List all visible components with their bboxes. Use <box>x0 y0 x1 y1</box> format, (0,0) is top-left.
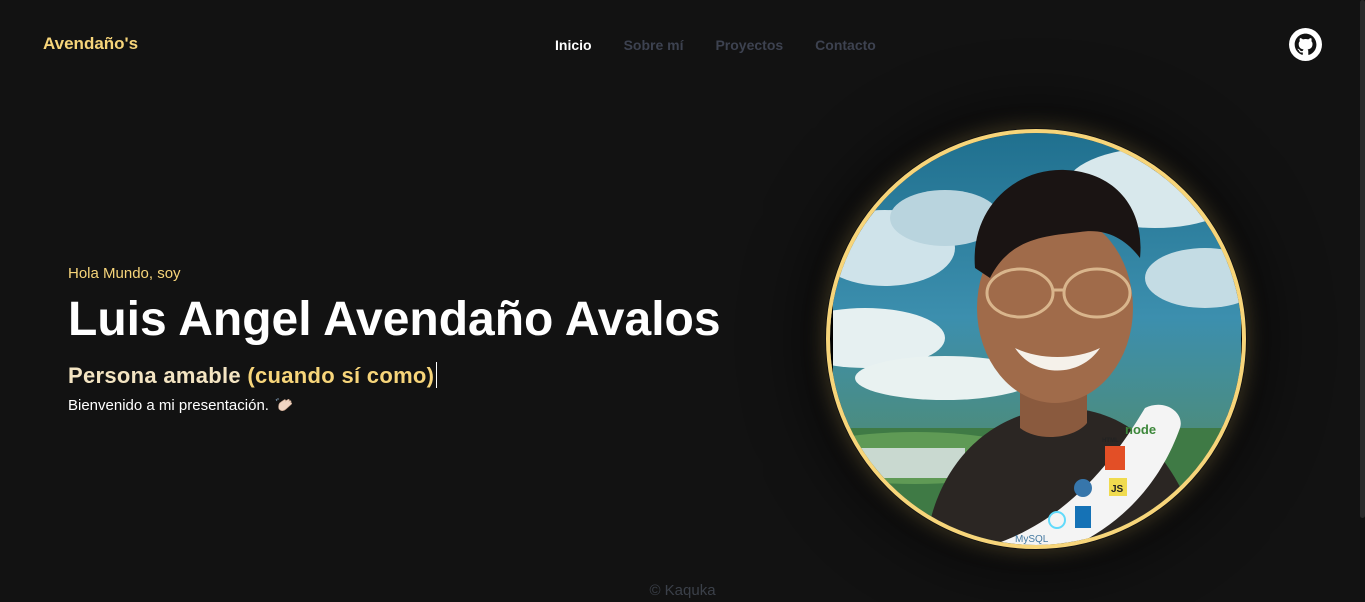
welcome-text: Bienvenido a mi presentación. <box>68 397 293 414</box>
waving-hand-icon <box>275 398 292 411</box>
tagline-aside: (cuando sí como) <box>247 363 435 388</box>
welcome-label: Bienvenido a mi presentación. <box>68 397 269 414</box>
nav-item-proyectos[interactable]: Proyectos <box>715 37 783 53</box>
typing-caret <box>436 362 438 388</box>
main-nav: Inicio Sobre mí Proyectos Contacto <box>555 37 908 53</box>
html-badge-icon <box>1105 446 1125 470</box>
github-icon[interactable] <box>1289 28 1322 61</box>
nav-item-sobre-mi[interactable]: Sobre mí <box>624 37 684 53</box>
greeting-text: Hola Mundo, soy <box>68 265 181 282</box>
scrollbar[interactable] <box>1360 0 1365 518</box>
nav-item-contacto[interactable]: Contacto <box>815 37 876 53</box>
mysql-badge: MySQL <box>1015 534 1049 545</box>
hero-tagline: Persona amable (cuando sí como) <box>68 362 438 389</box>
profile-avatar: node HTML JS MySQL <box>825 128 1247 550</box>
tagline-main: Persona amable <box>68 363 248 388</box>
html-badge: HTML <box>1102 438 1119 444</box>
footer-credit: © Kaquka <box>649 582 716 599</box>
page: Avendaño's Inicio Sobre mí Proyectos Con… <box>0 0 1365 602</box>
brand-logo[interactable]: Avendaño's <box>43 34 138 54</box>
nav-item-inicio[interactable]: Inicio <box>555 37 592 53</box>
hero-name: Luis Angel Avendaño Avalos <box>68 293 721 346</box>
js-badge: JS <box>1111 484 1124 495</box>
profile-photo: node HTML JS MySQL <box>826 129 1246 549</box>
node-badge: node <box>1125 422 1156 437</box>
